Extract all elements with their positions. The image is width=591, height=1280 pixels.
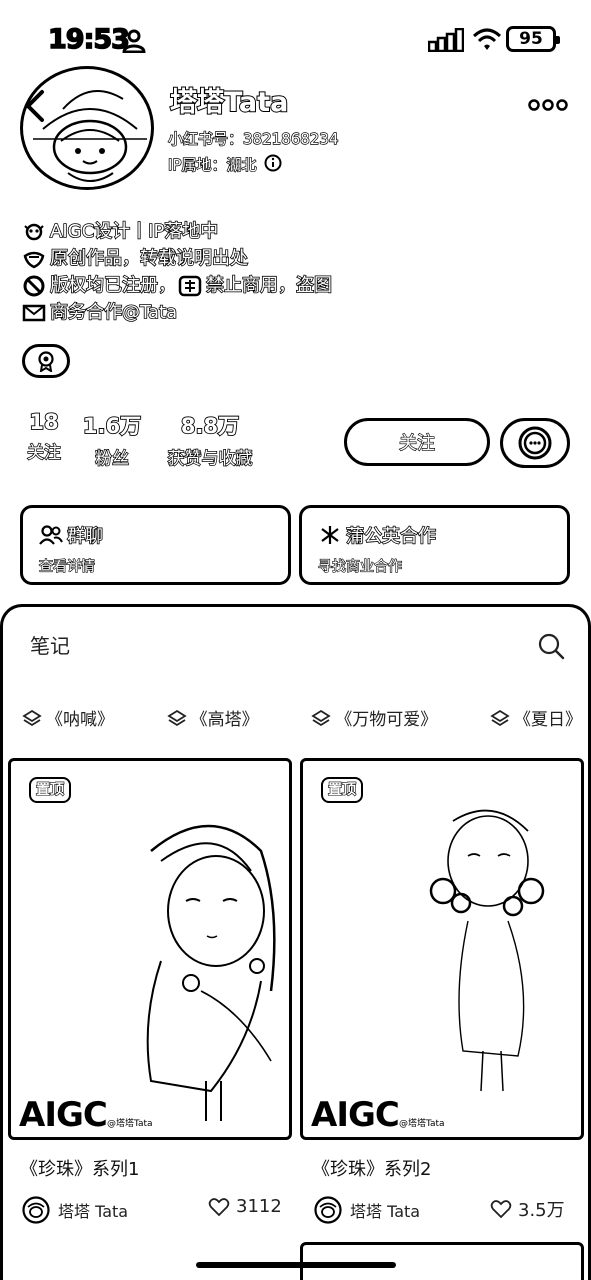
avatar[interactable] [20,66,154,190]
album-item[interactable]: 《万物可爱》 [311,705,437,730]
card-title: 蒲公英合作 [345,525,437,548]
person-icon [122,29,146,53]
signal-icon [428,28,464,52]
bio-line: 原创作品，转载说明出处 [22,245,332,272]
album-item[interactable]: 《夏日》 [490,705,582,730]
post-author[interactable]: 塔塔 Tata [22,1196,128,1224]
layers-icon [166,709,187,726]
post-title[interactable]: 《珍珠》系列1 [20,1155,139,1181]
ai-icon [24,223,44,240]
watermark-aigc: AIGC [19,1095,108,1135]
wifi-icon [472,28,502,50]
info-icon[interactable] [264,154,282,172]
no-commercial-icon [178,275,202,296]
stat-following[interactable]: 18 关注 [22,409,66,464]
forbidden-icon [23,275,45,296]
album-list: 《呐喊》 《高塔》 《万物可爱》 《夏日》 [22,705,582,730]
ip-location: IP属地：湖北 [167,155,257,174]
post-illustration [429,809,545,1092]
medal-badge-button[interactable] [22,344,70,378]
message-button[interactable] [500,418,570,468]
back-chevron-icon[interactable] [22,88,48,124]
stat-likes-collects[interactable]: 8.8万 获赞与收藏 [160,410,260,470]
group-icon [39,525,63,545]
tab-notes[interactable]: 笔记 [30,630,70,659]
dandelion-icon [321,526,339,544]
bio-line: 版权均已注册， 禁止商用，盗图 [22,272,333,299]
layers-icon [311,709,332,726]
watermark-handle: @塔塔Tata [107,1119,153,1129]
stat-followers[interactable]: 1.6万 粉丝 [80,410,144,470]
card-title: 群聊 [66,525,104,548]
post-card[interactable] [300,1242,584,1280]
red-id: 小红书号：3821868234 [167,129,339,148]
more-options-icon[interactable] [528,98,568,112]
post-card[interactable]: 置顶 AIGC @塔塔Tata [300,758,584,1140]
watermark-handle: @塔塔Tata [399,1119,445,1129]
album-item[interactable]: 《呐喊》 [22,705,114,730]
heart-icon [208,1197,230,1216]
status-time: 19:53 [47,23,130,56]
follow-button[interactable]: 关注 [344,418,490,466]
group-chat-card[interactable]: 群聊 查看详情 [20,505,291,585]
watermark-aigc: AIGC [311,1095,400,1135]
card-subtitle: 寻找商业合作 [317,558,402,575]
battery-indicator: 95 [506,26,560,52]
post-card[interactable]: 置顶 AIGC @塔塔Tata [8,758,292,1140]
layers-icon [22,709,42,726]
album-item[interactable]: 《高塔》 [166,705,259,730]
medal-icon [38,351,54,372]
like-count[interactable]: 3112 [208,1196,282,1217]
author-avatar-icon [22,1196,50,1224]
heart-hand-icon [23,251,45,268]
bio-line: AIGC设计丨IP落地中 [22,218,332,245]
dandelion-card[interactable]: 蒲公英合作 寻找商业合作 [299,505,570,585]
search-icon[interactable] [537,632,565,660]
post-author[interactable]: 塔塔 Tata [314,1196,420,1224]
mail-icon [22,304,46,321]
author-avatar-icon [314,1196,342,1224]
pinned-badge: 置顶 [29,777,71,803]
layers-icon [490,709,510,726]
card-subtitle: 查看详情 [38,558,95,575]
home-indicator[interactable] [196,1262,396,1268]
like-count[interactable]: 3.5万 [490,1196,565,1222]
post-title[interactable]: 《珍珠》系列2 [312,1155,431,1181]
profile-name: 塔塔Tata [169,86,289,119]
pinned-badge: 置顶 [321,777,363,803]
profile-bio: AIGC设计丨IP落地中 原创作品，转载说明出处 版权均已注册， 禁止商用，盗图… [22,218,333,326]
post-illustration [146,824,276,1121]
bio-line: 商务合作@Tata [22,299,332,326]
chat-bubble-icon [518,426,552,460]
heart-icon [490,1200,512,1219]
